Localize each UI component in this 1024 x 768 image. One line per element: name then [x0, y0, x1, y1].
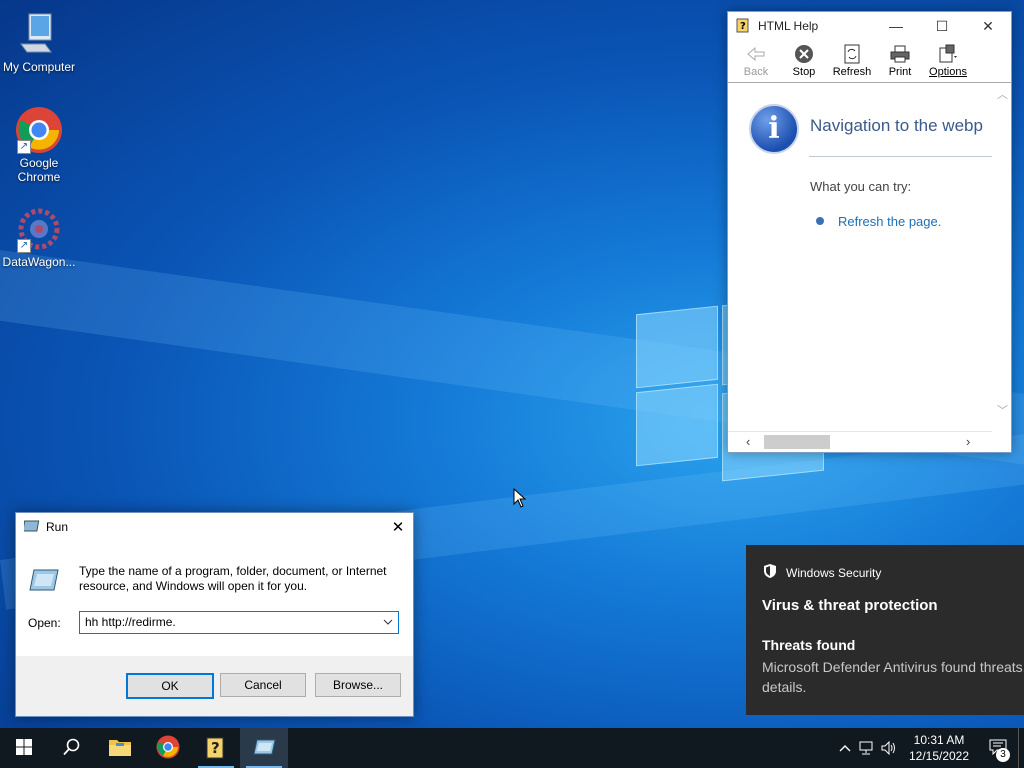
clock-time: 10:31 AM	[913, 733, 965, 747]
try-heading: What you can try:	[810, 179, 912, 194]
action-center-button[interactable]: 3	[978, 728, 1018, 768]
info-icon: i	[749, 104, 799, 154]
desktop-icon-label: DataWagon...	[2, 255, 76, 269]
taskbar: ? 10:31 AM 12/15/2022 3	[0, 728, 1024, 768]
ok-button[interactable]: OK	[126, 673, 214, 699]
run-icon	[252, 738, 276, 759]
help-book-icon: ?	[205, 735, 227, 762]
taskbar-html-help[interactable]: ?	[192, 728, 240, 768]
open-label: Open:	[28, 616, 61, 630]
title-bar[interactable]: Run ✕	[16, 513, 413, 541]
refresh-button[interactable]: Refresh	[828, 40, 876, 82]
scroll-thumb[interactable]	[764, 435, 830, 449]
stop-label: Stop	[792, 66, 816, 78]
folder-icon	[108, 737, 132, 760]
toast-subheading: Threats found	[762, 637, 856, 653]
help-toolbar: Back Stop Refresh Print Options	[728, 40, 1011, 83]
mouse-cursor-icon	[513, 487, 527, 511]
desktop-icon-google-chrome[interactable]: ↗ Google Chrome	[0, 106, 79, 184]
printer-icon	[890, 44, 910, 64]
toast-app-name: Windows Security	[786, 565, 882, 580]
network-icon[interactable]	[856, 741, 878, 755]
stop-icon	[794, 44, 814, 64]
help-content: i Navigation to the webp What you can tr…	[728, 84, 992, 432]
run-large-icon	[28, 567, 60, 596]
scroll-down-icon[interactable]: ﹀	[997, 402, 1008, 418]
refresh-label: Refresh	[832, 66, 872, 78]
close-button[interactable]: ✕	[383, 513, 413, 541]
chrome-icon: ↗	[15, 106, 63, 154]
maximize-button[interactable]: ☐	[919, 12, 965, 40]
options-icon	[938, 44, 958, 64]
print-button[interactable]: Print	[876, 40, 924, 82]
windows-start-icon	[16, 738, 32, 758]
back-button[interactable]: Back	[732, 40, 780, 82]
run-description: Type the name of a program, folder, docu…	[79, 564, 387, 593]
minimize-button[interactable]: —	[873, 12, 919, 40]
back-label: Back	[743, 66, 769, 78]
svg-text:?: ?	[211, 739, 220, 757]
search-icon	[63, 738, 81, 759]
shortcut-arrow-icon: ↗	[17, 140, 31, 154]
options-button[interactable]: Options	[924, 40, 972, 82]
shortcut-arrow-icon: ↗	[17, 239, 31, 253]
refresh-page-link[interactable]: Refresh the page.	[838, 214, 941, 229]
dialog-title: Run	[46, 520, 69, 534]
clock-date: 12/15/2022	[908, 749, 970, 763]
taskbar-file-explorer[interactable]	[96, 728, 144, 768]
desktop-icon-datawagon[interactable]: ↗ DataWagon...	[0, 205, 79, 269]
taskbar-chrome[interactable]	[144, 728, 192, 768]
divider	[809, 156, 992, 157]
options-label: Options	[929, 66, 967, 78]
computer-icon	[15, 10, 63, 58]
svg-text:?: ?	[740, 21, 746, 32]
run-dialog[interactable]: Run ✕ Type the name of a program, folder…	[15, 512, 414, 717]
cancel-button[interactable]: Cancel	[220, 673, 306, 697]
show-desktop-button[interactable]	[1018, 728, 1024, 768]
title-bar[interactable]: ? HTML Help — ☐ ✕	[728, 12, 1011, 40]
scroll-up-icon[interactable]: ︿	[997, 86, 1008, 102]
start-button[interactable]	[0, 728, 48, 768]
desktop-icon-label: Google Chrome	[17, 156, 61, 184]
toast-heading: Virus & threat protection	[762, 597, 938, 614]
chrome-icon	[156, 735, 180, 762]
open-combobox[interactable]	[79, 611, 399, 634]
system-tray: 10:31 AM 12/15/2022 3	[834, 728, 1024, 768]
security-notification-toast[interactable]: Windows Security Virus & threat protecti…	[746, 545, 1024, 715]
search-button[interactable]	[48, 728, 96, 768]
desktop-icon-my-computer[interactable]: My Computer	[0, 10, 79, 74]
back-arrow-icon	[746, 44, 766, 64]
taskbar-run[interactable]	[240, 728, 288, 768]
datawagon-icon: ↗	[15, 205, 63, 253]
help-book-icon: ?	[736, 17, 752, 36]
shield-icon	[762, 563, 778, 582]
error-heading: Navigation to the webp	[810, 116, 983, 135]
scroll-left-icon[interactable]: ‹	[746, 434, 750, 449]
stop-button[interactable]: Stop	[780, 40, 828, 82]
run-icon	[22, 519, 40, 536]
print-label: Print	[888, 66, 912, 78]
taskbar-clock[interactable]: 10:31 AM 12/15/2022	[900, 732, 978, 764]
bullet-icon	[816, 217, 824, 225]
close-button[interactable]: ✕	[965, 12, 1011, 40]
browse-button[interactable]: Browse...	[315, 673, 401, 697]
desktop-icon-label: My Computer	[2, 60, 76, 74]
toast-message: Microsoft Defender Antivirus found threa…	[762, 659, 1024, 695]
open-input[interactable]	[80, 612, 375, 631]
chevron-up-icon[interactable]	[834, 744, 856, 752]
refresh-icon	[842, 44, 862, 64]
chevron-down-icon[interactable]	[380, 614, 396, 630]
html-help-window[interactable]: ? HTML Help — ☐ ✕ Back Stop Refresh Prin…	[727, 11, 1012, 453]
volume-icon[interactable]	[878, 741, 900, 755]
horizontal-scrollbar[interactable]: ‹ ›	[728, 431, 992, 452]
scroll-right-icon[interactable]: ›	[966, 434, 970, 449]
notification-count-badge: 3	[996, 748, 1010, 762]
window-title: HTML Help	[758, 19, 819, 33]
vertical-scrollbar[interactable]: ︿ ﹀	[993, 84, 1011, 432]
